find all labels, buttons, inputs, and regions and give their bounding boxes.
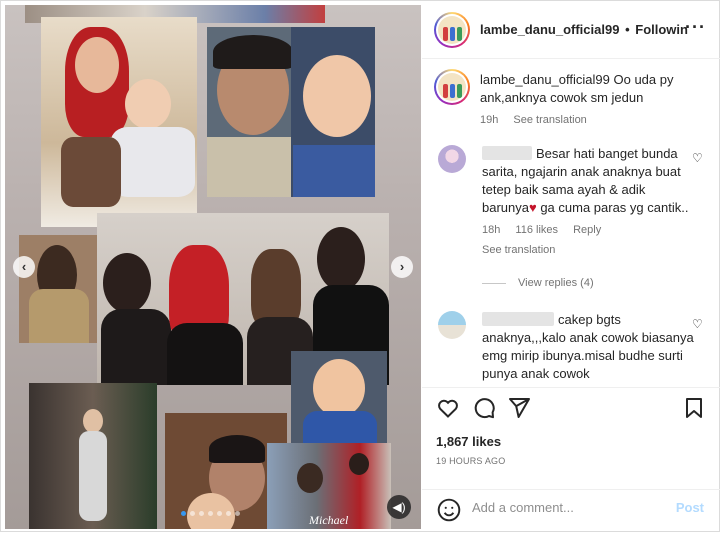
media-watermark: Michael xyxy=(309,513,349,527)
carousel-dot xyxy=(226,511,231,516)
blurred-username xyxy=(482,146,532,160)
collage-photo-mother-baby xyxy=(41,17,197,227)
carousel-dot xyxy=(217,511,222,516)
replies-divider xyxy=(482,282,506,284)
header-separator: • xyxy=(625,22,630,37)
emoji-smiley-icon[interactable] xyxy=(436,497,462,523)
carousel-dot xyxy=(190,511,195,516)
carousel-dot xyxy=(208,511,213,516)
comment-likes[interactable]: 116 likes xyxy=(515,224,558,236)
comment-bubble-icon[interactable] xyxy=(472,396,496,420)
follow-button[interactable]: Followin xyxy=(635,22,688,37)
post-caption: lambe_danu_official99 Oo uda py ank,ankn… xyxy=(432,69,712,129)
share-send-icon[interactable] xyxy=(507,396,531,420)
view-replies-button[interactable]: View replies (4) xyxy=(482,277,594,289)
comment-avatar[interactable] xyxy=(438,311,466,339)
like-comment-heart-icon[interactable]: ♡ xyxy=(692,151,703,165)
carousel-dot xyxy=(181,511,186,516)
post-actions: 1,867 likes 19 HOURS AGO xyxy=(422,387,720,489)
post-dialog: ‹ › Michael ◀) lambe_danu_official99 • F… xyxy=(0,0,720,532)
like-comment-heart-icon[interactable]: ♡ xyxy=(692,317,703,331)
audio-toggle-icon[interactable]: ◀) xyxy=(387,495,411,519)
carousel-dot xyxy=(199,511,204,516)
caption-text-block: lambe_danu_official99 Oo uda py ank,ankn… xyxy=(480,71,706,129)
post-comment-button[interactable]: Post xyxy=(676,500,704,515)
heart-emoji: ♥ xyxy=(528,200,537,215)
caption-username[interactable]: lambe_danu_official99 xyxy=(480,72,610,87)
collage-photo-father-baby xyxy=(207,27,375,197)
carousel-dot xyxy=(235,511,240,516)
carousel-dots xyxy=(181,511,240,516)
comment-avatar[interactable] xyxy=(438,145,466,173)
likes-count[interactable]: 1,867 likes xyxy=(436,434,501,449)
save-bookmark-icon[interactable] xyxy=(682,396,706,420)
comment-time[interactable]: 18h xyxy=(482,224,500,236)
collage-photo-woman-standing xyxy=(29,383,157,529)
comments-list[interactable]: lambe_danu_official99 Oo uda py ank,ankn… xyxy=(422,59,720,387)
author-username[interactable]: lambe_danu_official99 xyxy=(480,22,619,37)
caption-see-translation[interactable]: See translation xyxy=(513,114,586,126)
add-comment-bar: Post xyxy=(422,489,720,533)
blurred-username xyxy=(482,312,554,326)
post-media[interactable]: ‹ › Michael ◀) xyxy=(5,5,421,529)
comment-see-translation[interactable]: See translation xyxy=(482,241,700,259)
add-comment-input[interactable] xyxy=(472,500,672,515)
caption-time[interactable]: 19h xyxy=(480,114,498,126)
header-user-line: lambe_danu_official99 • Followin xyxy=(480,22,688,37)
post-header: lambe_danu_official99 • Followin ··· xyxy=(422,1,720,59)
collage-photo-woman-mirror xyxy=(19,235,97,343)
post-timestamp[interactable]: 19 HOURS AGO xyxy=(436,456,505,466)
more-horizontal-icon[interactable]: ··· xyxy=(685,17,706,38)
like-heart-icon[interactable] xyxy=(436,396,460,420)
caption-avatar[interactable] xyxy=(434,69,470,105)
author-avatar[interactable] xyxy=(434,12,470,48)
collage-photo-laughing-baby xyxy=(291,351,387,447)
comment-text-block: cakep bgts anaknya,,,kalo anak cowok bia… xyxy=(482,311,700,383)
comment-text-continued: ga cuma paras yg cantik.. xyxy=(536,200,689,215)
comment-text-block: Besar hati banget bunda sarita, ngajarin… xyxy=(482,145,700,259)
next-slide-button[interactable]: › xyxy=(391,256,413,278)
previous-slide-button[interactable]: ‹ xyxy=(13,256,35,278)
post-side-panel: lambe_danu_official99 • Followin ··· lam… xyxy=(422,1,720,533)
reply-button[interactable]: Reply xyxy=(573,224,601,236)
view-replies-label: View replies (4) xyxy=(518,277,594,289)
